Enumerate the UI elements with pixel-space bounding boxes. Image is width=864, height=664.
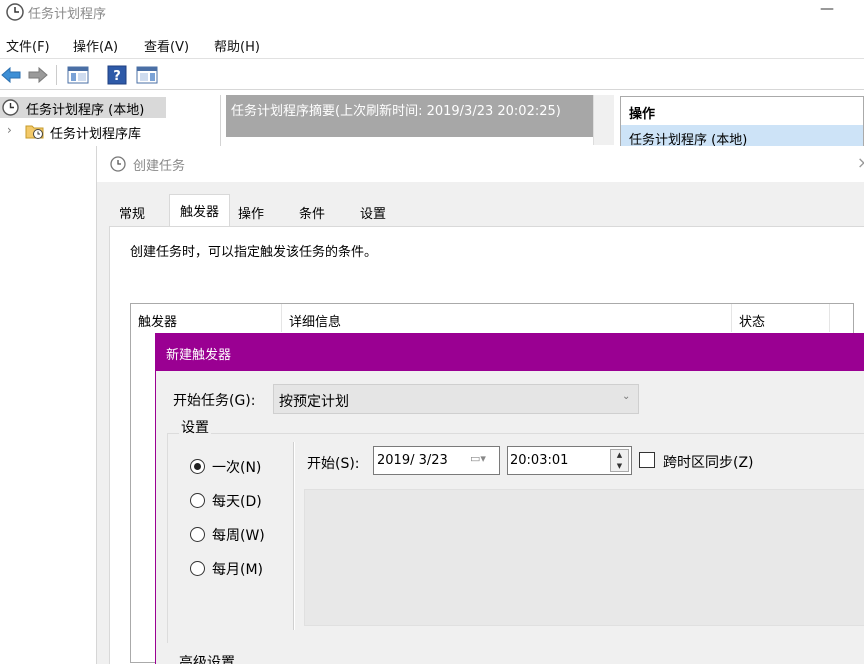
tab-triggers[interactable]: 触发器: [169, 194, 231, 227]
close-icon[interactable]: ×: [857, 153, 864, 172]
minimize-button[interactable]: —: [818, 0, 836, 24]
create-task-titlebar: 创建任务 ×: [97, 146, 864, 182]
new-trigger-dialog: 新建触发器 开始任务(G): 按预定计划 ⌄ 设置 一次(N) 每天(D) 每周…: [155, 333, 864, 664]
clock-icon: [110, 156, 126, 172]
new-trigger-title: 新建触发器: [166, 348, 232, 363]
folder-clock-icon: [25, 125, 44, 139]
window-titlebar: 任务计划程序 —: [0, 0, 864, 26]
tree-item-root[interactable]: 任务计划程序 (本地): [0, 97, 166, 118]
spin-up-icon[interactable]: ▲: [611, 450, 628, 461]
toolbar: ?: [0, 58, 864, 90]
show-hide-action-pane-icon[interactable]: [136, 65, 158, 85]
radio-once[interactable]: 一次(N): [190, 457, 261, 477]
create-task-title: 创建任务: [133, 159, 186, 174]
clock-icon: [6, 3, 24, 21]
advanced-settings-label: 高级设置: [179, 655, 235, 664]
menu-file[interactable]: 文件(F): [6, 36, 50, 55]
start-time-value: 20:03:01: [510, 453, 569, 468]
actions-pane: 操作 任务计划程序 (本地): [620, 96, 864, 148]
column-header-details[interactable]: 详细信息: [289, 311, 341, 330]
summary-title: 任务计划程序摘要(上次刷新时间: 2019/3/23 20:02:25): [231, 104, 561, 119]
start-task-select[interactable]: 按预定计划 ⌄: [273, 384, 639, 414]
tab-general[interactable]: 常规: [108, 196, 156, 226]
tab-actions[interactable]: 操作: [227, 196, 275, 226]
radio-button[interactable]: [190, 527, 205, 542]
menu-view[interactable]: 查看(V): [144, 36, 189, 55]
settings-vertical-separator: [293, 442, 295, 630]
forward-arrow-icon[interactable]: [27, 65, 49, 85]
chevron-down-icon: ⌄: [622, 391, 631, 402]
start-date-value: 2019/ 3/23: [377, 453, 448, 468]
radio-weekly[interactable]: 每周(W): [190, 525, 265, 545]
tab-settings[interactable]: 设置: [349, 196, 397, 226]
menu-bar: 文件(F) 操作(A) 查看(V) 帮助(H): [0, 30, 864, 58]
time-spinner[interactable]: ▲ ▼: [610, 449, 629, 472]
column-separator[interactable]: [731, 304, 732, 332]
schedule-detail-panel: [304, 489, 864, 626]
menu-action[interactable]: 操作(A): [73, 36, 118, 55]
tree-root-label: 任务计划程序 (本地): [26, 103, 145, 118]
radio-button[interactable]: [190, 561, 205, 576]
radio-weekly-label: 每周(W): [212, 528, 265, 544]
radio-daily[interactable]: 每天(D): [190, 491, 262, 511]
actions-title: 操作: [629, 107, 656, 122]
start-datetime-label: 开始(S):: [307, 456, 360, 472]
timezone-sync-checkbox[interactable]: [639, 452, 655, 468]
spin-down-icon[interactable]: ▼: [611, 461, 628, 472]
menu-help[interactable]: 帮助(H): [214, 36, 260, 55]
window-title: 任务计划程序: [28, 7, 107, 22]
tab-conditions[interactable]: 条件: [288, 196, 336, 226]
clock-icon: [2, 99, 19, 116]
new-trigger-titlebar: 新建触发器: [156, 333, 864, 371]
summary-scrollbar[interactable]: [593, 95, 614, 145]
radio-button-checked[interactable]: [190, 459, 205, 474]
start-time-input[interactable]: 20:03:01 ▲ ▼: [507, 446, 632, 475]
actions-item-root[interactable]: 任务计划程序 (本地): [621, 125, 863, 148]
chevron-right-icon[interactable]: ›: [7, 123, 12, 137]
radio-monthly[interactable]: 每月(M): [190, 559, 263, 579]
column-header-status[interactable]: 状态: [739, 311, 765, 330]
radio-monthly-label: 每月(M): [212, 562, 264, 578]
radio-daily-label: 每天(D): [212, 494, 262, 510]
timezone-sync-label[interactable]: 跨时区同步(Z): [663, 452, 754, 472]
column-header-trigger[interactable]: 触发器: [138, 311, 177, 330]
summary-header: 任务计划程序摘要(上次刷新时间: 2019/3/23 20:02:25): [226, 95, 614, 137]
svg-text:?: ?: [113, 69, 121, 84]
column-separator[interactable]: [281, 304, 282, 332]
tree-item-library[interactable]: 任务计划程序库: [50, 123, 141, 142]
toolbar-separator: [56, 65, 57, 85]
start-task-label: 开始任务(G):: [173, 393, 256, 409]
back-arrow-icon[interactable]: [0, 65, 22, 85]
start-task-value: 按预定计划: [279, 394, 349, 410]
triggers-description: 创建任务时，可以指定触发该任务的条件。: [130, 245, 378, 260]
column-separator[interactable]: [829, 304, 830, 332]
settings-group-label: 设置: [179, 417, 211, 437]
calendar-dropdown-icon[interactable]: ▭▾: [470, 452, 486, 465]
radio-button[interactable]: [190, 493, 205, 508]
help-icon[interactable]: ?: [107, 65, 127, 85]
radio-once-label: 一次(N): [212, 460, 262, 476]
start-date-picker[interactable]: 2019/ 3/23 ▭▾: [373, 446, 500, 475]
show-hide-console-icon[interactable]: [67, 65, 89, 85]
